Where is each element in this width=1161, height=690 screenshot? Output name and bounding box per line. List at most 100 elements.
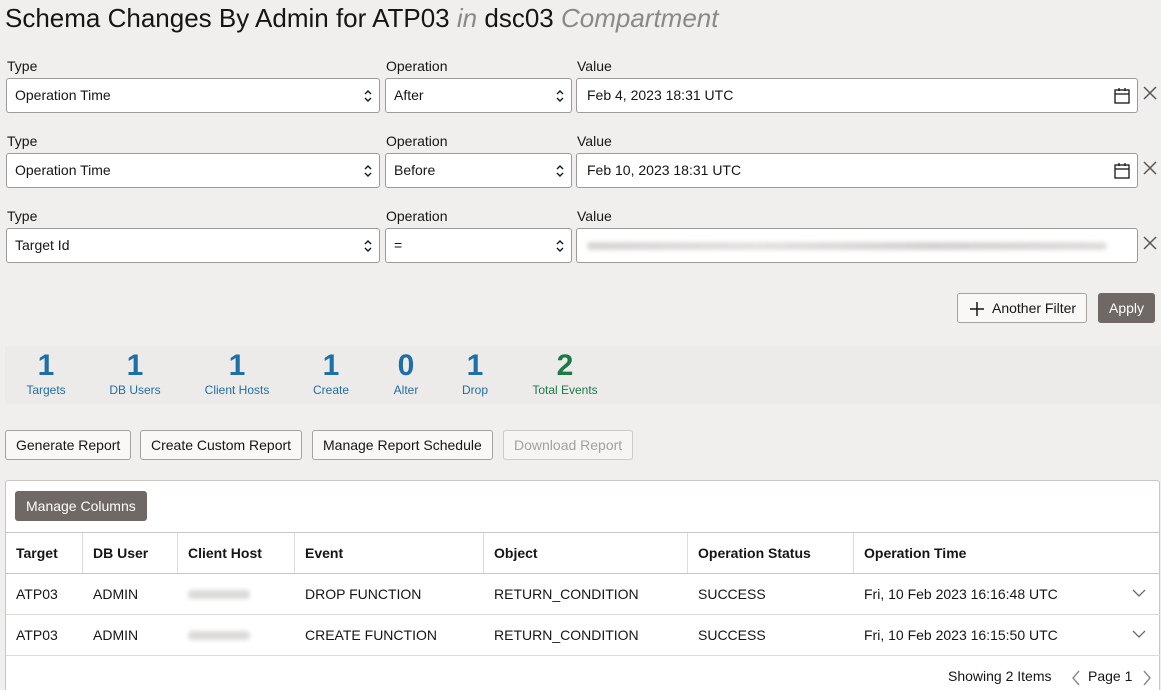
events-table-panel: Manage Columns Target DB User Client Hos…	[5, 480, 1160, 690]
page-title-in: in	[456, 3, 478, 33]
column-header-client-host[interactable]: Client Host	[178, 533, 295, 573]
cell-db-user: ADMIN	[93, 586, 139, 602]
table-row[interactable]: ATP03 ADMIN CREATE FUNCTION RETURN_CONDI…	[6, 615, 1160, 656]
operation-select[interactable]: After	[385, 78, 572, 113]
stat-value: 1	[126, 349, 144, 382]
stat-value: 2	[556, 349, 574, 382]
page-title-main: Schema Changes By Admin for ATP03	[5, 3, 450, 33]
sort-chevron-icon	[556, 90, 564, 102]
type-select[interactable]: Operation Time	[6, 78, 380, 113]
column-header-object[interactable]: Object	[484, 533, 688, 573]
sort-chevron-icon	[364, 90, 372, 102]
value-label: Value	[577, 208, 612, 224]
column-header-operation-status[interactable]: Operation Status	[688, 533, 854, 573]
date-value-input[interactable]: Feb 10, 2023 18:31 UTC	[576, 153, 1138, 188]
stat-total-events[interactable]: 2 Total Events	[527, 350, 603, 398]
column-header-event[interactable]: Event	[295, 533, 484, 573]
stat-label: Client Hosts	[204, 383, 270, 397]
stat-alter[interactable]: 0 Alter	[385, 350, 427, 398]
table-header: Target DB User Client Host Event Object …	[6, 532, 1160, 574]
operation-select[interactable]: Before	[385, 153, 572, 188]
column-header-operation-time[interactable]: Operation Time	[854, 533, 1160, 573]
filter-row-2: Type Operation Value Operation Time Befo…	[0, 133, 1161, 208]
chevron-right-icon[interactable]	[1142, 670, 1152, 686]
chevron-left-icon[interactable]	[1071, 670, 1081, 686]
cell-object: RETURN_CONDITION	[494, 586, 639, 602]
cell-operation-time: Fri, 10 Feb 2023 16:15:50 UTC	[864, 627, 1058, 643]
chevron-down-icon[interactable]	[1132, 588, 1146, 598]
stat-value: 1	[228, 349, 246, 382]
table-row[interactable]: ATP03 ADMIN DROP FUNCTION RETURN_CONDITI…	[6, 574, 1160, 615]
stat-client-hosts[interactable]: 1 Client Hosts	[197, 350, 277, 398]
operation-label: Operation	[386, 58, 448, 74]
stat-label: DB Users	[109, 383, 161, 397]
value-label: Value	[577, 133, 612, 149]
create-custom-report-button[interactable]: Create Custom Report	[140, 430, 303, 460]
cell-client-host	[178, 574, 295, 614]
page-title-compartment: dsc03	[484, 3, 554, 33]
plus-icon	[970, 302, 984, 316]
redacted-client-host	[188, 631, 250, 640]
summary-stats: 1 Targets 1 DB Users 1 Client Hosts 1 Cr…	[5, 346, 1161, 404]
apply-button[interactable]: Apply	[1098, 293, 1155, 323]
cell-target: ATP03	[16, 627, 58, 643]
remove-filter-icon[interactable]	[1142, 235, 1158, 251]
date-value-text: Feb 10, 2023 18:31 UTC	[587, 162, 742, 178]
page-indicator: Page 1	[1088, 668, 1133, 684]
target-id-value-input[interactable]	[576, 228, 1138, 263]
stat-value: 0	[397, 349, 415, 382]
cell-target: ATP03	[16, 586, 58, 602]
operation-select-value: Before	[394, 162, 436, 178]
calendar-icon[interactable]	[1113, 87, 1131, 105]
date-value-input[interactable]: Feb 4, 2023 18:31 UTC	[576, 78, 1138, 113]
cell-event: CREATE FUNCTION	[305, 627, 437, 643]
chevron-down-icon[interactable]	[1132, 629, 1146, 639]
type-select-value: Operation Time	[15, 162, 111, 178]
operation-select[interactable]: =	[385, 228, 572, 263]
filter-row-3: Type Operation Value Target Id =	[0, 208, 1161, 283]
cell-client-host	[178, 615, 295, 655]
cell-object: RETURN_CONDITION	[494, 627, 639, 643]
cell-operation-time: Fri, 10 Feb 2023 16:16:48 UTC	[864, 586, 1058, 602]
stat-value: 1	[466, 349, 484, 382]
calendar-icon[interactable]	[1113, 162, 1131, 180]
type-label: Type	[7, 58, 38, 74]
sort-chevron-icon	[364, 165, 372, 177]
stat-value: 1	[37, 349, 55, 382]
type-select-value: Target Id	[15, 237, 70, 253]
showing-items-text: Showing 2 Items	[948, 668, 1052, 684]
sort-chevron-icon	[556, 165, 564, 177]
cell-event: DROP FUNCTION	[305, 586, 422, 602]
stat-value: 1	[322, 349, 340, 382]
type-label: Type	[7, 133, 38, 149]
sort-chevron-icon	[556, 240, 564, 252]
cell-operation-status: SUCCESS	[698, 627, 766, 643]
stat-create[interactable]: 1 Create	[305, 350, 357, 398]
manage-columns-button[interactable]: Manage Columns	[15, 491, 147, 521]
remove-filter-icon[interactable]	[1142, 160, 1158, 176]
manage-report-schedule-button[interactable]: Manage Report Schedule	[312, 430, 493, 460]
another-filter-label: Another Filter	[992, 300, 1077, 316]
another-filter-button[interactable]: Another Filter	[957, 293, 1088, 323]
type-select-value: Operation Time	[15, 87, 111, 103]
operation-select-value: =	[394, 237, 403, 253]
value-label: Value	[577, 58, 612, 74]
stat-db-users[interactable]: 1 DB Users	[100, 350, 170, 398]
redacted-target-id	[587, 242, 1107, 250]
type-select[interactable]: Operation Time	[6, 153, 380, 188]
column-header-db-user[interactable]: DB User	[83, 533, 178, 573]
remove-filter-icon[interactable]	[1142, 85, 1158, 101]
stat-label: Targets	[26, 383, 66, 397]
type-select[interactable]: Target Id	[6, 228, 380, 263]
stat-label: Total Events	[532, 383, 598, 397]
operation-label: Operation	[386, 208, 448, 224]
download-report-button[interactable]: Download Report	[503, 430, 634, 460]
stat-drop[interactable]: 1 Drop	[455, 350, 495, 398]
page-title: Schema Changes By Admin for ATP03 in dsc…	[5, 3, 718, 34]
sort-chevron-icon	[364, 240, 372, 252]
generate-report-button[interactable]: Generate Report	[5, 430, 132, 460]
column-header-target[interactable]: Target	[6, 533, 83, 573]
stat-targets[interactable]: 1 Targets	[15, 350, 77, 398]
page-title-suffix: Compartment	[560, 3, 719, 33]
cell-operation-status: SUCCESS	[698, 586, 766, 602]
